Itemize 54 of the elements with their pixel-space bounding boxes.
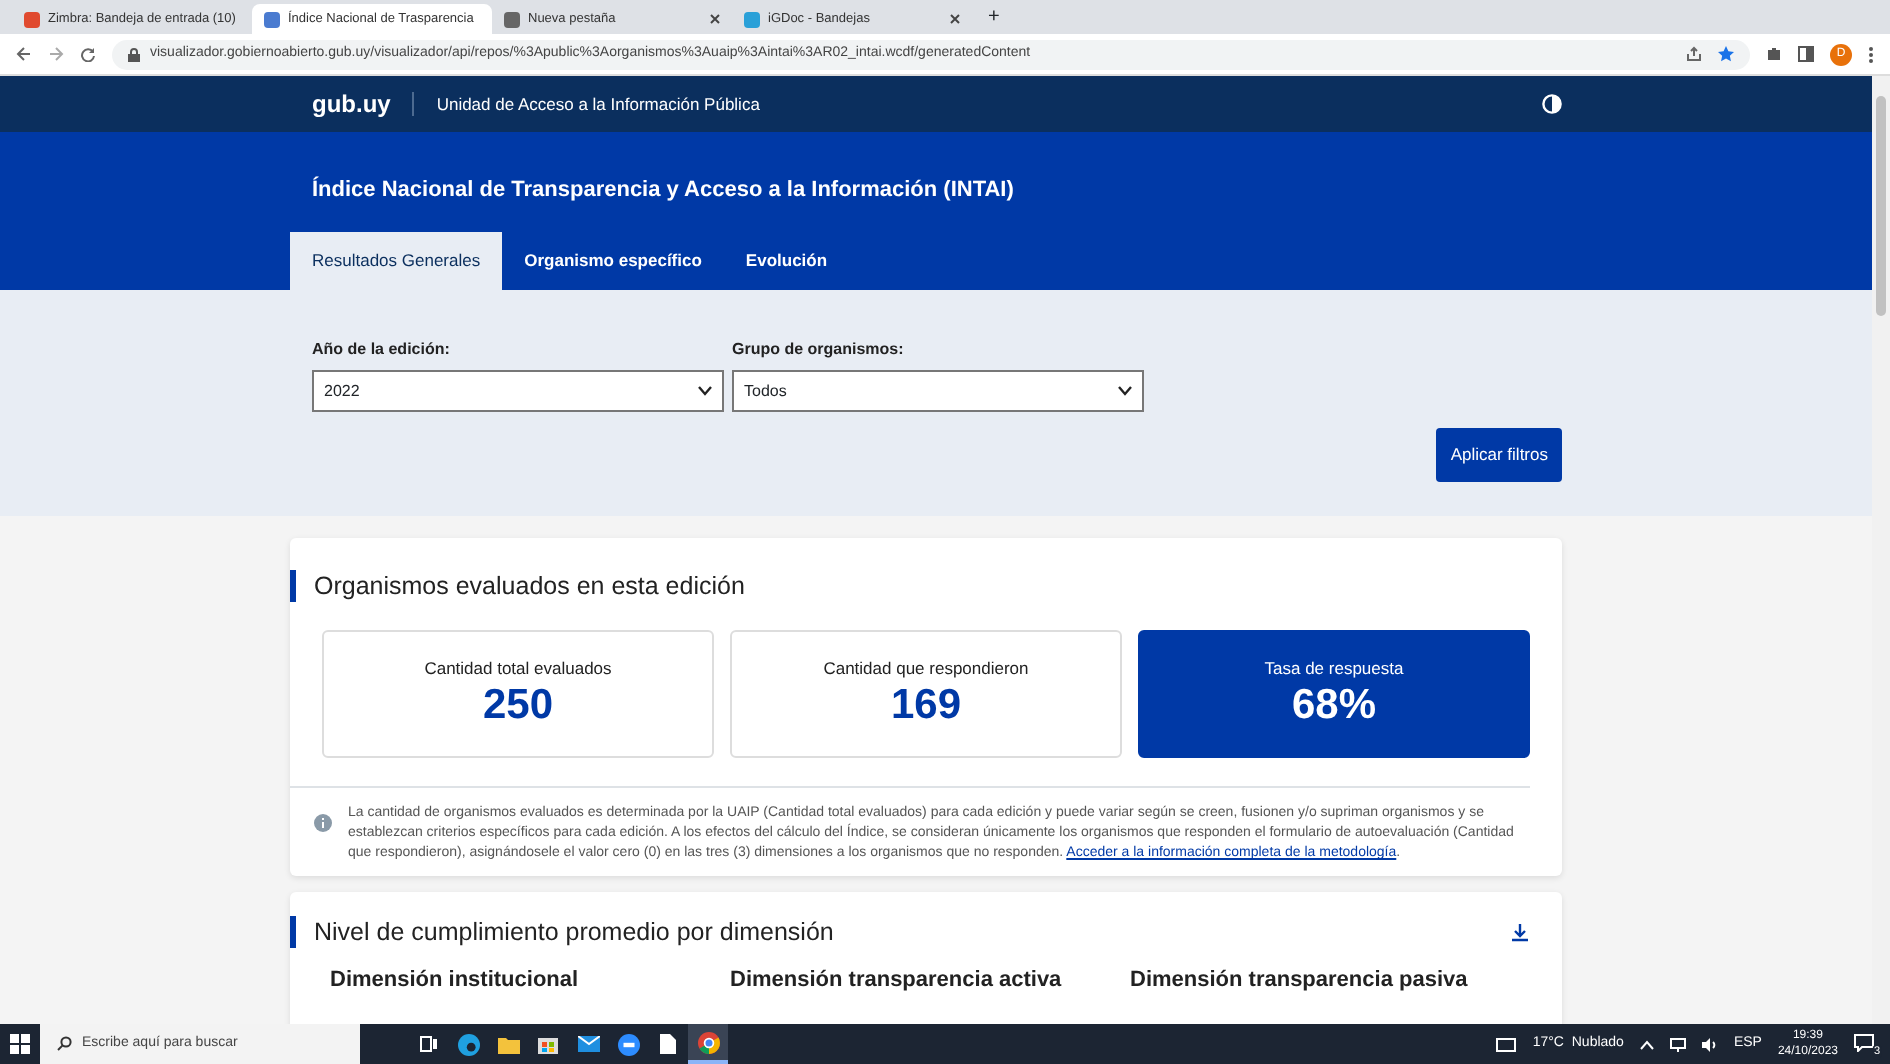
page-tab[interactable]: Resultados Generales [290, 232, 503, 290]
chrome-browser-icon[interactable] [697, 1031, 719, 1053]
site-logo[interactable]: gub.uy [290, 92, 415, 116]
share-icon[interactable] [1686, 46, 1702, 62]
caret-icon [698, 386, 712, 396]
select-field[interactable]: Todos [732, 370, 1144, 412]
new-tab-button[interactable]: + [988, 2, 1000, 32]
windows-start-icon[interactable] [10, 1034, 30, 1054]
stat-value: 169 [890, 680, 962, 733]
tab-favicon [264, 11, 280, 27]
document-icon[interactable] [660, 1034, 676, 1054]
contrast-icon[interactable] [1542, 94, 1562, 114]
info-icon [314, 814, 332, 832]
stat-label: Cantidad que respondieron [823, 655, 1029, 681]
mail-icon[interactable] [577, 1036, 599, 1052]
stat-label: Tasa de respuesta [1264, 655, 1404, 681]
search-icon [56, 1036, 72, 1052]
menu-icon[interactable] [1868, 45, 1874, 63]
apply-filters-button[interactable]: Aplicar filtros [1436, 428, 1562, 482]
task-view-icon[interactable] [419, 1036, 437, 1052]
field-label: Grupo de organismos: [732, 338, 906, 362]
stat-label: Cantidad total evaluados [424, 655, 612, 681]
lock-icon [128, 47, 140, 61]
page-tab[interactable]: Organismo específico [502, 232, 724, 290]
star-icon[interactable] [1718, 46, 1734, 62]
dimension-heading: Dimensión institucional [330, 966, 581, 996]
folder-icon[interactable] [497, 1035, 519, 1053]
reload-icon[interactable] [80, 46, 96, 62]
close-icon[interactable] [950, 14, 960, 24]
caret-icon [1118, 386, 1132, 396]
select-field[interactable]: 2022 [312, 370, 724, 412]
close-icon[interactable] [710, 14, 720, 24]
store-bag-icon[interactable] [538, 1034, 558, 1054]
scrollbar-thumb[interactable] [1876, 96, 1886, 316]
tab-favicon [744, 11, 760, 27]
field-label: Año de la edición: [312, 338, 452, 362]
edge-browser-icon[interactable] [457, 1033, 479, 1055]
page-tab[interactable]: Evolución [723, 232, 850, 290]
section-title: Nivel de cumplimiento promedio por dimensión [290, 916, 834, 948]
dimension-heading: Dimensión transparencia activa [730, 966, 1064, 996]
tab-favicon [24, 11, 40, 27]
tab-favicon [504, 11, 520, 27]
dimension-heading: Dimensión transparencia pasiva [1130, 966, 1470, 996]
speaker-icon[interactable] [1701, 1037, 1718, 1051]
section-title: Organismos evaluados en esta edición [290, 570, 1530, 602]
page-title: Índice Nacional de Transparencia y Acceso a la Información (INTAI) [310, 174, 1016, 206]
download-icon[interactable] [1510, 922, 1530, 942]
stat-value: 250 [482, 680, 554, 733]
unit-name: Unidad de Acceso a la Información Pública [434, 91, 760, 117]
notification-icon[interactable] [1854, 1034, 1874, 1052]
stat-value: 68% [1291, 680, 1377, 733]
side-panel-icon[interactable] [1798, 46, 1814, 62]
back-icon[interactable] [16, 46, 32, 62]
chevron-up-icon[interactable] [1639, 1039, 1654, 1049]
